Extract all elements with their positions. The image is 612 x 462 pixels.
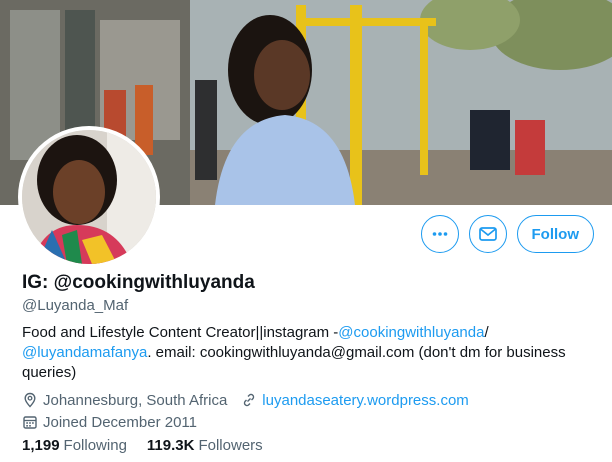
join-date: Joined December 2011	[22, 414, 197, 431]
envelope-icon	[478, 227, 497, 241]
location-pin-icon	[24, 392, 36, 408]
more-button[interactable]	[420, 215, 459, 253]
bio-text: /	[484, 324, 489, 341]
more-horizontal-icon	[432, 232, 447, 236]
joined-text: Joined December 2011	[43, 413, 197, 431]
profile-meta: Johannesburg, South Africa luyandaseater…	[22, 389, 483, 433]
following-count: 1,199	[22, 437, 60, 454]
following-stat[interactable]: 1,199 Following	[22, 437, 127, 454]
followers-label: Followers	[198, 437, 263, 454]
profile-actions: Follow	[420, 214, 594, 254]
follow-stats: 1,199 Following 119.3K Followers	[22, 437, 283, 454]
avatar-photo	[22, 130, 156, 264]
followers-stat[interactable]: 119.3K Followers	[147, 437, 263, 454]
website[interactable]: luyandaseatery.wordpress.com	[241, 392, 469, 409]
location: Johannesburg, South Africa	[22, 392, 227, 409]
location-text: Johannesburg, South Africa	[43, 391, 228, 409]
bio-mention-link[interactable]: @cookingwithluyanda	[338, 324, 484, 341]
message-button[interactable]	[468, 215, 507, 253]
user-handle: @Luyanda_Maf	[22, 297, 129, 314]
avatar[interactable]	[18, 126, 160, 268]
profile-bio: Food and Lifestyle Content Creator||inst…	[22, 323, 592, 383]
bio-text: Food and Lifestyle Content Creator||inst…	[22, 324, 339, 341]
display-name: IG: @cookingwithluyanda	[22, 272, 255, 293]
website-link[interactable]: luyandaseatery.wordpress.com	[262, 392, 468, 409]
bio-mention-link[interactable]: @luyandamafanya	[22, 344, 147, 361]
follow-button[interactable]: Follow	[516, 215, 594, 253]
following-label: Following	[63, 437, 127, 454]
calendar-icon	[23, 416, 37, 429]
link-icon	[244, 393, 255, 407]
followers-count: 119.3K	[146, 437, 195, 454]
